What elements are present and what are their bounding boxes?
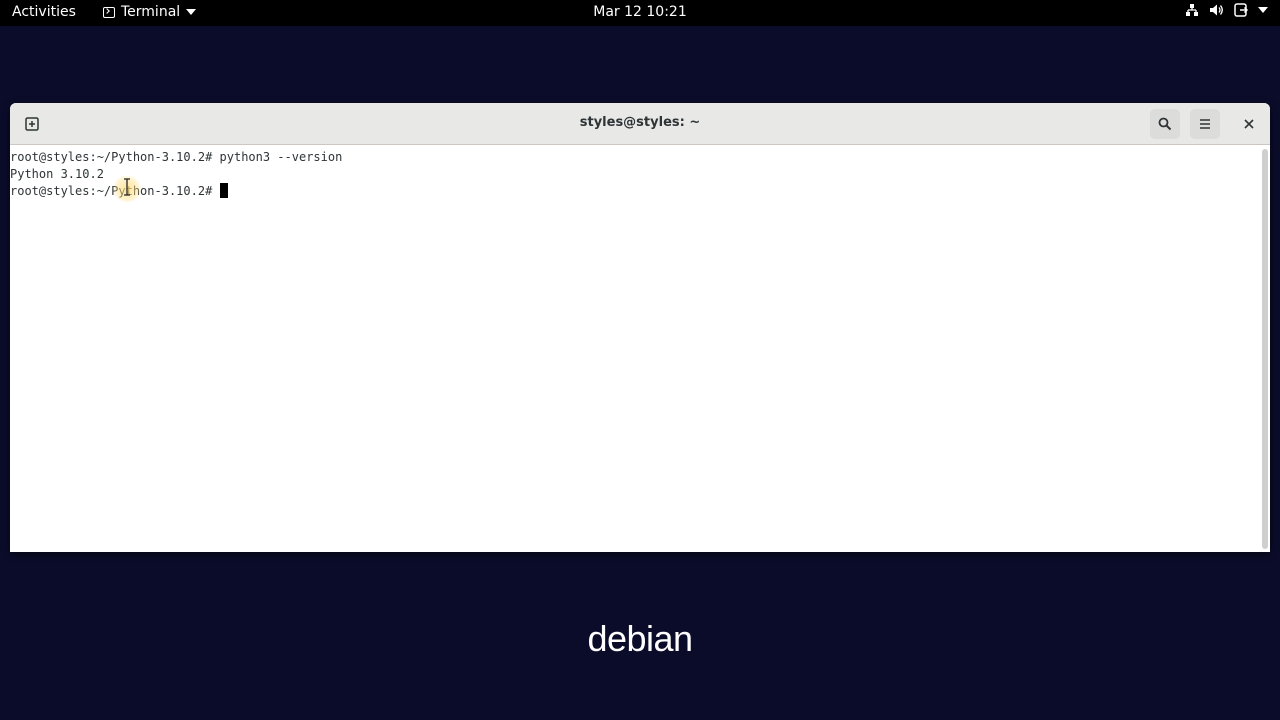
text-cursor: [219, 183, 228, 198]
new-tab-button[interactable]: [21, 113, 43, 135]
close-button[interactable]: [1234, 109, 1264, 139]
terminal-line: Python 3.10.2: [10, 167, 104, 181]
system-status-menu[interactable]: [1185, 3, 1268, 17]
terminal-prompt: root@styles:~/Python-3.10.2#: [10, 184, 220, 198]
hamburger-icon: [1200, 119, 1210, 129]
terminal-output[interactable]: root@styles:~/Python-3.10.2# python3 --v…: [10, 146, 1260, 552]
search-icon: [1158, 117, 1172, 131]
menu-button[interactable]: [1190, 109, 1220, 139]
power-icon: [1234, 3, 1248, 17]
app-menu-label: Terminal: [121, 4, 181, 20]
debian-logo-text: debian: [587, 618, 693, 659]
window-title: styles@styles: ~: [579, 115, 701, 130]
new-tab-icon: [25, 117, 39, 131]
app-menu[interactable]: Terminal: [103, 4, 197, 20]
terminal-prompt-line: root@styles:~/Python-3.10.2#: [10, 183, 1260, 200]
close-icon: [1244, 119, 1254, 129]
scrollbar[interactable]: [1262, 149, 1268, 549]
activities-button[interactable]: Activities: [12, 4, 76, 20]
top-bar: Activities Terminal Mar 12 10:21: [0, 0, 1280, 26]
chevron-down-icon: [186, 9, 197, 15]
chevron-down-icon: [1258, 7, 1268, 13]
volume-icon: [1209, 3, 1224, 17]
search-button[interactable]: [1150, 109, 1180, 139]
terminal-window: styles@styles: ~ root@styles:~/Python-3.…: [10, 103, 1270, 552]
terminal-line: root@styles:~/Python-3.10.2# python3 --v…: [10, 150, 343, 164]
network-icon: [1185, 3, 1199, 17]
clock[interactable]: Mar 12 10:21: [593, 4, 686, 20]
terminal-icon: [103, 6, 115, 18]
debian-logo: debian: [0, 618, 1280, 660]
title-bar[interactable]: styles@styles: ~: [10, 103, 1270, 145]
